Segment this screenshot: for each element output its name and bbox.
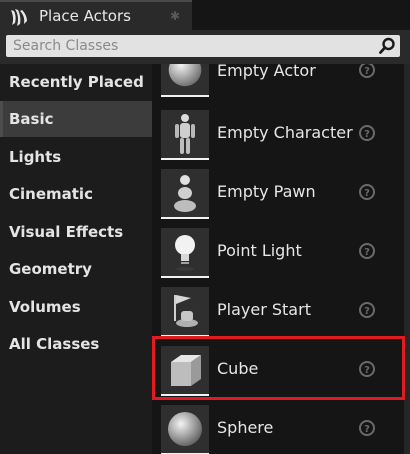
unreal-engine-logo-icon (11, 9, 27, 26)
actor-label: Sphere (217, 418, 274, 437)
svg-text:?: ? (364, 306, 370, 317)
thumbnail (161, 287, 209, 337)
pawn-icon (174, 175, 196, 212)
help-icon[interactable]: ? (358, 183, 376, 201)
help-icon[interactable]: ? (358, 360, 376, 378)
svg-text:?: ? (364, 188, 370, 199)
thumbnail (161, 346, 209, 396)
actor-label: Empty Character (217, 123, 353, 142)
place-actors-tab[interactable]: Place Actors ✱ (0, 0, 192, 30)
search-input[interactable] (6, 35, 366, 57)
sphere-icon (168, 412, 202, 446)
category-recently-placed[interactable]: Recently Placed (0, 64, 152, 100)
help-icon[interactable]: ? (358, 64, 376, 79)
actor-item-sphere[interactable]: Sphere ? (152, 405, 402, 454)
thumbnail (161, 405, 209, 454)
tab-close-icon[interactable]: ✱ (170, 8, 180, 24)
help-icon[interactable]: ? (358, 242, 376, 260)
title-bar: Place Actors ✱ (0, 0, 410, 30)
help-icon[interactable]: ? (358, 301, 376, 319)
thumbnail (161, 64, 209, 97)
thumbnail (161, 169, 209, 219)
actor-item-point-light[interactable]: Point Light ? (152, 228, 402, 287)
category-label: Cinematic (9, 185, 93, 203)
thumbnail (161, 110, 209, 160)
actor-label: Cube (217, 359, 259, 378)
svg-text:?: ? (364, 424, 370, 435)
category-label: Geometry (9, 260, 92, 278)
category-label: Basic (9, 110, 54, 128)
actor-list: Empty Actor ? Empty Character ? Empty Pa… (152, 64, 410, 454)
cube-icon (171, 355, 201, 386)
search-icon[interactable] (378, 37, 396, 55)
svg-text:?: ? (364, 365, 370, 376)
category-basic[interactable]: Basic (0, 101, 152, 137)
svg-text:?: ? (364, 247, 370, 258)
category-all-classes[interactable]: All Classes (0, 326, 152, 362)
tab-title: Place Actors (39, 7, 131, 25)
actor-label: Point Light (217, 241, 302, 260)
character-mannequin-icon (175, 114, 195, 154)
player-start-flag-icon (174, 295, 198, 327)
category-volumes[interactable]: Volumes (0, 289, 152, 325)
category-label: Visual Effects (9, 223, 124, 241)
actor-item-cube[interactable]: Cube ? (152, 346, 402, 405)
search-bar (0, 30, 410, 64)
thumbnail (161, 228, 209, 278)
category-label: Volumes (9, 298, 81, 316)
category-geometry[interactable]: Geometry (0, 251, 152, 287)
category-lights[interactable]: Lights (0, 139, 152, 175)
help-icon[interactable]: ? (358, 419, 376, 437)
category-label: Lights (9, 148, 62, 166)
actor-item-empty-pawn[interactable]: Empty Pawn ? (152, 169, 402, 228)
category-visual-effects[interactable]: Visual Effects (0, 214, 152, 250)
svg-text:?: ? (364, 129, 370, 140)
scrollbar-thumb[interactable] (404, 64, 410, 454)
category-label: Recently Placed (9, 73, 144, 91)
category-sidebar: Recently Placed Basic Lights Cinematic V… (0, 64, 152, 454)
actor-label: Player Start (217, 300, 311, 319)
empty-actor-sphere-icon (168, 64, 202, 87)
search-box (6, 35, 400, 57)
actor-label: Empty Pawn (217, 182, 316, 201)
svg-text:?: ? (364, 66, 370, 77)
category-cinematic[interactable]: Cinematic (0, 176, 152, 212)
light-bulb-icon (175, 235, 195, 271)
actor-item-player-start[interactable]: Player Start ? (152, 287, 402, 346)
actor-label: Empty Actor (217, 64, 316, 80)
help-icon[interactable]: ? (358, 124, 376, 142)
category-label: All Classes (9, 335, 100, 353)
actor-item-empty-character[interactable]: Empty Character ? (152, 110, 402, 169)
